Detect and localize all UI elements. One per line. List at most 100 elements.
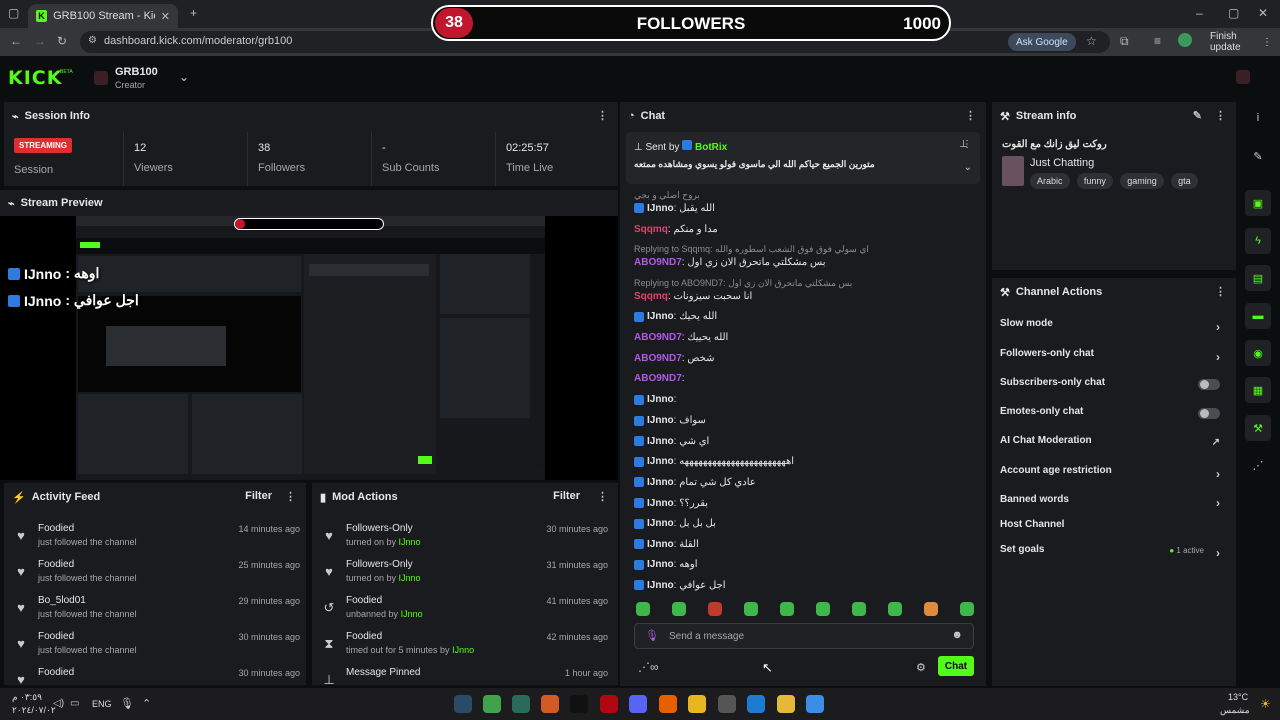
- media-control-icon[interactable]: ≡: [1154, 34, 1161, 48]
- pencil-icon[interactable]: ✎: [1245, 143, 1271, 169]
- quick-emote-icon[interactable]: [924, 602, 938, 616]
- activity-user[interactable]: Foodied: [38, 631, 74, 642]
- activity-more-icon[interactable]: ⋮: [285, 490, 296, 503]
- followers-only-row[interactable]: Followers-only chat ›: [1000, 348, 1228, 370]
- tiktok-app-icon[interactable]: [570, 695, 588, 713]
- activity-user[interactable]: Bo_5lod01: [38, 595, 86, 606]
- chat-more-icon[interactable]: ⋮: [965, 109, 976, 122]
- tray-chevron-icon[interactable]: ⌃: [142, 697, 151, 710]
- activity-user[interactable]: Foodied: [38, 523, 74, 534]
- chat-username[interactable]: IJnno: [647, 539, 674, 550]
- quick-emote-icon[interactable]: [708, 602, 722, 616]
- steam-app-icon[interactable]: [454, 695, 472, 713]
- kick-app-icon[interactable]: [483, 695, 501, 713]
- chat-settings-icon[interactable]: ⚙: [916, 661, 926, 674]
- moderator-name[interactable]: IJnno: [401, 609, 423, 619]
- wrench-icon[interactable]: ⚒: [1245, 415, 1271, 441]
- chat-username[interactable]: IJnno: [647, 580, 674, 591]
- edge-app-icon[interactable]: [747, 695, 765, 713]
- quick-emote-icon[interactable]: [780, 602, 794, 616]
- chat-username[interactable]: IJnno: [647, 203, 674, 214]
- quick-emote-icon[interactable]: [888, 602, 902, 616]
- close-window-icon[interactable]: ✕: [1258, 6, 1268, 20]
- site-info-icon[interactable]: ⚙: [88, 35, 97, 46]
- store-app-icon[interactable]: [718, 695, 736, 713]
- chat-username[interactable]: ABO9ND7: [634, 257, 682, 268]
- input-language[interactable]: ENG: [92, 699, 112, 709]
- users-icon[interactable]: ⋰: [1245, 452, 1271, 478]
- microphone-tray-icon[interactable]: 🎙: [120, 697, 134, 710]
- chat-username[interactable]: IJnno: [647, 477, 674, 488]
- ai-chat-moderation-row[interactable]: AI Chat Moderation ↗: [1000, 435, 1228, 457]
- channel-switch-chevron-icon[interactable]: ⌄: [179, 70, 189, 84]
- chat-username[interactable]: IJnno: [647, 394, 674, 405]
- bookmark-star-icon[interactable]: ☆: [1086, 34, 1097, 48]
- chat-username[interactable]: IJnno: [647, 498, 674, 509]
- chrome-app-icon[interactable]: [688, 695, 706, 713]
- clock-date[interactable]: ٢٠٢٤/٠٧/٠٢: [12, 705, 56, 716]
- kick-logo[interactable]: KICK: [8, 67, 62, 89]
- moderator-name[interactable]: IJnno: [399, 573, 421, 583]
- emotes-only-toggle[interactable]: [1198, 408, 1220, 419]
- reload-icon[interactable]: ↻: [57, 34, 67, 48]
- chat-username[interactable]: ABO9ND7: [634, 332, 682, 343]
- quick-emote-icon[interactable]: [672, 602, 686, 616]
- quick-emote-icon[interactable]: [636, 602, 650, 616]
- pinned-user[interactable]: BotRix: [695, 142, 727, 153]
- emote-picker-icon[interactable]: ☻: [951, 629, 963, 641]
- moderator-name[interactable]: IJnno: [452, 645, 474, 655]
- info-icon[interactable]: i: [1245, 105, 1271, 131]
- quick-emote-icon[interactable]: [744, 602, 758, 616]
- layout-icon[interactable]: ▦: [1245, 377, 1271, 403]
- chat-username[interactable]: IJnno: [647, 518, 674, 529]
- weather-temp[interactable]: 13°C: [1228, 692, 1248, 702]
- back-icon[interactable]: ←: [10, 34, 22, 48]
- netflix-app-icon[interactable]: [600, 695, 618, 713]
- weather-desc[interactable]: مشمس: [1220, 705, 1250, 716]
- chat-username[interactable]: ABO9ND7: [634, 353, 682, 364]
- send-chat-button[interactable]: Chat: [938, 656, 974, 676]
- firefox-app-icon[interactable]: [659, 695, 677, 713]
- chat-username[interactable]: ABO9ND7: [634, 373, 682, 384]
- chat-username[interactable]: IJnno: [647, 436, 674, 447]
- minimize-icon[interactable]: –: [1196, 6, 1203, 20]
- quick-emote-icon[interactable]: [852, 602, 866, 616]
- lightning-icon[interactable]: ϟ: [1245, 228, 1271, 254]
- network-icon[interactable]: ▭: [70, 698, 79, 709]
- ask-google-button[interactable]: Ask Google: [1008, 33, 1076, 51]
- brave-app-icon[interactable]: [541, 695, 559, 713]
- browser-tab[interactable]: K GRB100 Stream - Kick Dashboard ✕: [28, 4, 178, 28]
- moderator-name[interactable]: IJnno: [399, 537, 421, 547]
- forward-icon[interactable]: →: [34, 34, 46, 48]
- extensions-icon[interactable]: ⧉: [1120, 34, 1129, 49]
- xbox-app-icon[interactable]: [512, 695, 530, 713]
- clock-time[interactable]: ٠٣:٥٩ م: [12, 692, 42, 703]
- chat-bubble-icon[interactable]: ▬: [1245, 303, 1271, 329]
- new-tab-icon[interactable]: +: [190, 6, 197, 20]
- maximize-icon[interactable]: ▢: [1228, 6, 1239, 20]
- chat-username[interactable]: IJnno: [647, 415, 674, 426]
- set-goals-row[interactable]: Set goals ● 1 active ›: [1000, 544, 1228, 566]
- chat-username[interactable]: IJnno: [647, 311, 674, 322]
- chat-username[interactable]: IJnno: [647, 456, 674, 467]
- microphone-icon[interactable]: 🎙: [645, 629, 659, 642]
- quick-emote-icon[interactable]: [816, 602, 830, 616]
- slow-mode-row[interactable]: Slow mode ›: [1000, 318, 1228, 340]
- stream-category[interactable]: Just Chatting: [1030, 157, 1094, 169]
- mod-more-icon[interactable]: ⋮: [597, 490, 608, 503]
- discord-app-icon[interactable]: [629, 695, 647, 713]
- broadcast-icon[interactable]: ◉: [1245, 340, 1271, 366]
- profile-avatar-icon[interactable]: [1178, 33, 1192, 47]
- chat-username[interactable]: Sqqmq: [634, 224, 668, 235]
- user-avatar[interactable]: [1236, 70, 1250, 84]
- file-explorer-icon[interactable]: [777, 695, 795, 713]
- quick-emote-icon[interactable]: [960, 602, 974, 616]
- chat-users-icon[interactable]: ⋰∞: [638, 660, 659, 674]
- account-age-row[interactable]: Account age restriction ›: [1000, 465, 1228, 487]
- stream-info-more-icon[interactable]: ⋮: [1215, 109, 1226, 122]
- start-menu-icon[interactable]: [806, 695, 824, 713]
- mod-filter-button[interactable]: Filter: [553, 490, 580, 502]
- activity-filter-button[interactable]: Filter: [245, 490, 272, 502]
- document-icon[interactable]: ▤: [1245, 265, 1271, 291]
- channel-actions-more-icon[interactable]: ⋮: [1215, 285, 1226, 298]
